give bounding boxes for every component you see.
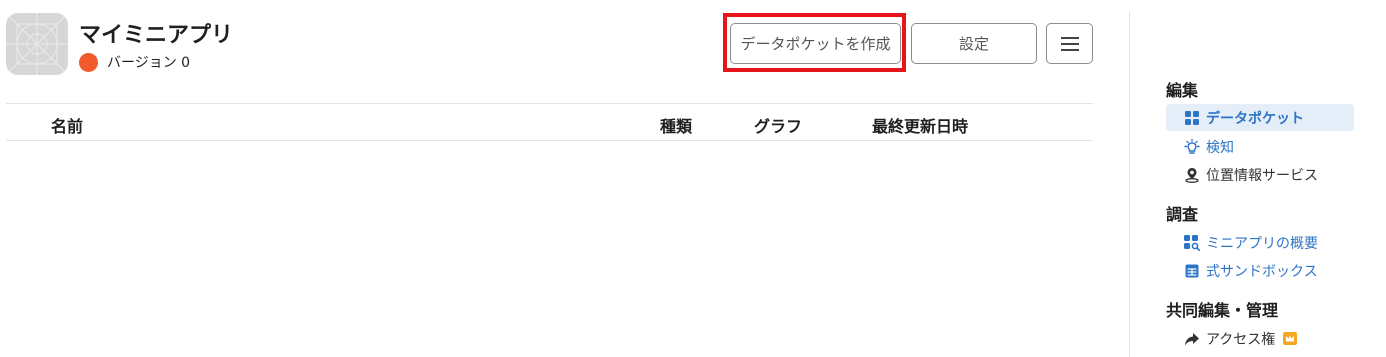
table-icon — [1184, 263, 1200, 279]
column-header-last-updated[interactable]: 最終更新日時 — [872, 113, 968, 137]
location-pin-icon — [1184, 167, 1200, 183]
menu-button[interactable] — [1046, 23, 1093, 64]
sidebar-item-data-pocket[interactable]: データポケット — [1166, 104, 1354, 131]
column-header-graph[interactable]: グラフ — [754, 113, 802, 137]
table-top-divider — [6, 103, 1093, 104]
premium-badge-icon — [1283, 332, 1298, 345]
status-dot-icon — [79, 52, 98, 72]
sidebar-section-collab-admin: 共同編集・管理 — [1166, 301, 1279, 320]
lightbulb-icon — [1184, 138, 1200, 155]
sidebar-item-label: 位置情報サービス — [1206, 167, 1318, 184]
grid-icon — [1184, 110, 1200, 126]
create-data-pocket-button[interactable]: データポケットを作成 — [730, 23, 901, 64]
hamburger-icon — [1060, 36, 1079, 51]
grid-search-icon — [1184, 234, 1200, 251]
version-label: バージョン 0 — [107, 55, 191, 71]
sidebar-section-edit: 編集 — [1166, 81, 1199, 100]
sidebar-item-label: ミニアプリの概要 — [1206, 235, 1318, 252]
share-arrow-icon — [1184, 331, 1200, 347]
sidebar-divider — [1129, 12, 1130, 357]
sidebar-item-access-rights[interactable]: アクセス権 — [1166, 325, 1354, 352]
version-status: バージョン 0 — [79, 52, 190, 72]
sidebar-item-formula-sandbox[interactable]: 式サンドボックス — [1166, 257, 1354, 284]
sidebar-item-label: 検知 — [1206, 139, 1234, 156]
sidebar-item-location-service[interactable]: 位置情報サービス — [1166, 161, 1354, 188]
sidebar-item-mini-app-overview[interactable]: ミニアプリの概要 — [1166, 229, 1354, 256]
settings-button[interactable]: 設定 — [911, 23, 1037, 64]
app-icon — [6, 13, 68, 75]
sidebar-section-investigate: 調査 — [1166, 205, 1199, 224]
column-header-type[interactable]: 種類 — [660, 113, 692, 137]
column-header-name[interactable]: 名前 — [51, 113, 83, 137]
sidebar-item-label: データポケット — [1206, 110, 1304, 127]
sidebar-item-label: 式サンドボックス — [1206, 263, 1318, 280]
sidebar-item-label: アクセス権 — [1206, 331, 1276, 348]
table-header-divider — [6, 140, 1093, 141]
app-title: マイミニアプリ — [79, 23, 234, 48]
sidebar-item-detection[interactable]: 検知 — [1166, 133, 1354, 160]
